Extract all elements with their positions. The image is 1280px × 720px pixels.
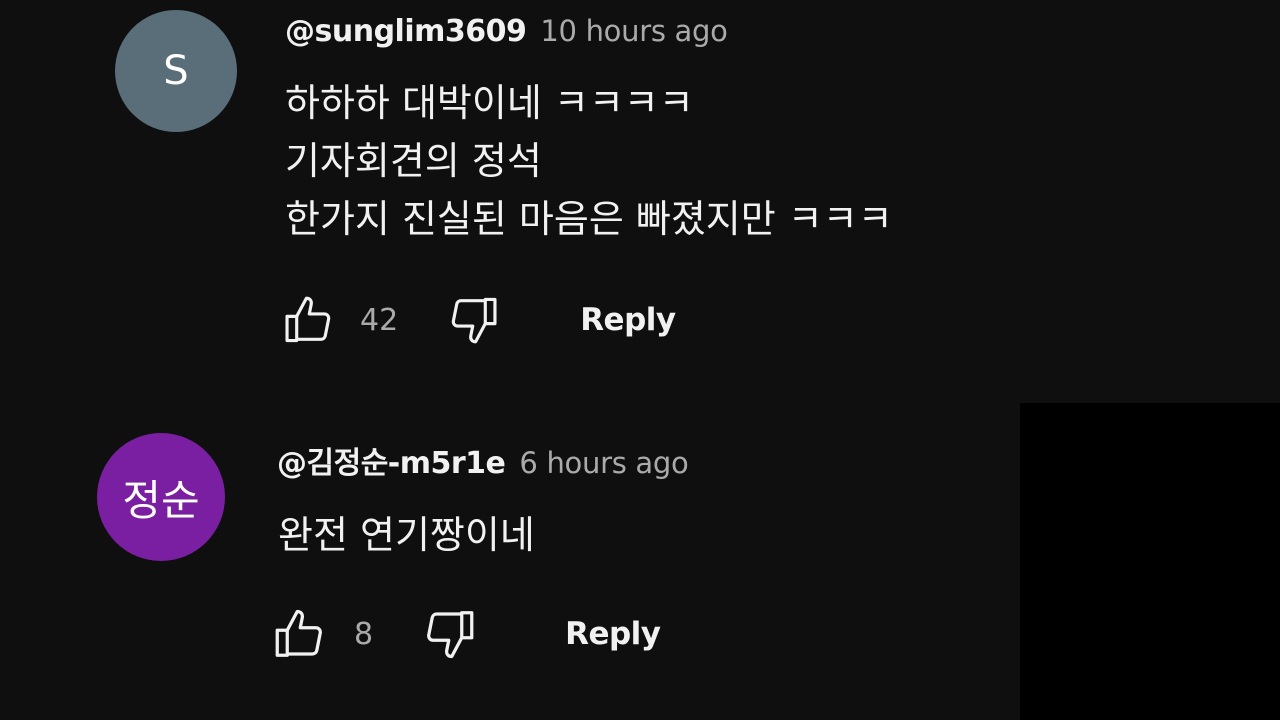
comment-timestamp[interactable]: 10 hours ago <box>540 14 728 48</box>
like-count: 42 <box>360 302 399 338</box>
comment-timestamp[interactable]: 6 hours ago <box>519 446 688 480</box>
avatar[interactable]: S <box>115 10 237 132</box>
comment-actions: 42 Reply <box>280 290 676 350</box>
avatar-initials: 정순 <box>122 475 200 525</box>
avatar[interactable]: 정순 <box>97 433 225 561</box>
thumbs-down-icon[interactable] <box>442 291 502 349</box>
comment-line: 한가지 진실된 마음은 빠졌지만 ㅋㅋㅋ <box>285 197 893 241</box>
comment-author[interactable]: @김정순-m5r1e <box>277 438 506 482</box>
comment-author[interactable]: @sunglim3609 <box>285 14 527 49</box>
thumbs-up-icon[interactable] <box>280 291 340 349</box>
comment-text: 하하하 대박이네 ㅋㅋㅋㅋ 기자회견의 정석 한가지 진실된 마음은 빠졌지만 … <box>285 74 893 248</box>
comment-actions: 8 Reply <box>270 604 661 664</box>
reply-button[interactable]: Reply <box>565 616 661 652</box>
comment-line: 완전 연기짱이네 <box>278 513 535 557</box>
avatar-initials: S <box>163 48 189 94</box>
thumbs-up-icon[interactable] <box>270 604 332 664</box>
like-count: 8 <box>354 616 374 652</box>
comment-line: 하하하 대박이네 ㅋㅋㅋㅋ <box>285 81 694 125</box>
video-overlay-panel <box>1020 403 1280 720</box>
comment-header: @김정순-m5r1e 6 hours ago <box>277 438 689 482</box>
comments-page: S @sunglim3609 10 hours ago 하하하 대박이네 ㅋㅋㅋ… <box>0 0 1280 720</box>
comment-line: 기자회견의 정석 <box>285 139 542 183</box>
thumbs-down-icon[interactable] <box>417 604 479 664</box>
comment-text: 완전 연기짱이네 <box>278 506 535 564</box>
comment-header: @sunglim3609 10 hours ago <box>285 14 728 49</box>
reply-button[interactable]: Reply <box>580 302 676 338</box>
